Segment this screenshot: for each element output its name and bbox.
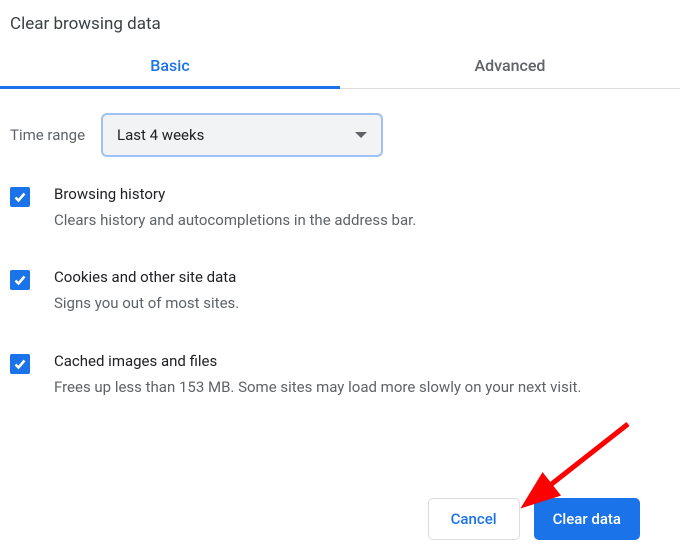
option-browsing-history: Browsing history Clears history and auto… bbox=[10, 185, 670, 232]
option-cache: Cached images and files Frees up less th… bbox=[10, 352, 670, 399]
time-range-row: Time range Last 4 weeks bbox=[0, 89, 680, 157]
time-range-select[interactable]: Last 4 weeks bbox=[101, 113, 383, 157]
option-title: Browsing history bbox=[54, 185, 416, 203]
option-text: Cookies and other site data Signs you ou… bbox=[54, 268, 239, 315]
chevron-down-icon bbox=[355, 132, 367, 138]
clear-data-button[interactable]: Clear data bbox=[534, 498, 640, 540]
annotation-arrow-icon bbox=[518, 420, 638, 510]
checkbox-cookies[interactable] bbox=[10, 270, 30, 290]
options-list: Browsing history Clears history and auto… bbox=[0, 157, 680, 399]
tab-basic[interactable]: Basic bbox=[0, 44, 340, 88]
option-desc: Clears history and autocompletions in th… bbox=[54, 209, 416, 232]
option-title: Cached images and files bbox=[54, 352, 581, 370]
tabs: Basic Advanced bbox=[0, 44, 680, 89]
tab-advanced[interactable]: Advanced bbox=[340, 44, 680, 88]
option-desc: Frees up less than 153 MB. Some sites ma… bbox=[54, 376, 581, 399]
option-cookies: Cookies and other site data Signs you ou… bbox=[10, 268, 670, 315]
dialog-title: Clear browsing data bbox=[0, 0, 680, 44]
checkbox-cache[interactable] bbox=[10, 354, 30, 374]
option-title: Cookies and other site data bbox=[54, 268, 239, 286]
check-icon bbox=[14, 358, 26, 370]
option-text: Cached images and files Frees up less th… bbox=[54, 352, 581, 399]
check-icon bbox=[14, 191, 26, 203]
cancel-button[interactable]: Cancel bbox=[428, 498, 520, 540]
dialog-actions: Cancel Clear data bbox=[428, 498, 640, 540]
checkbox-browsing-history[interactable] bbox=[10, 187, 30, 207]
option-text: Browsing history Clears history and auto… bbox=[54, 185, 416, 232]
time-range-value: Last 4 weeks bbox=[117, 126, 204, 144]
time-range-label: Time range bbox=[10, 126, 85, 144]
check-icon bbox=[14, 274, 26, 286]
option-desc: Signs you out of most sites. bbox=[54, 292, 239, 315]
